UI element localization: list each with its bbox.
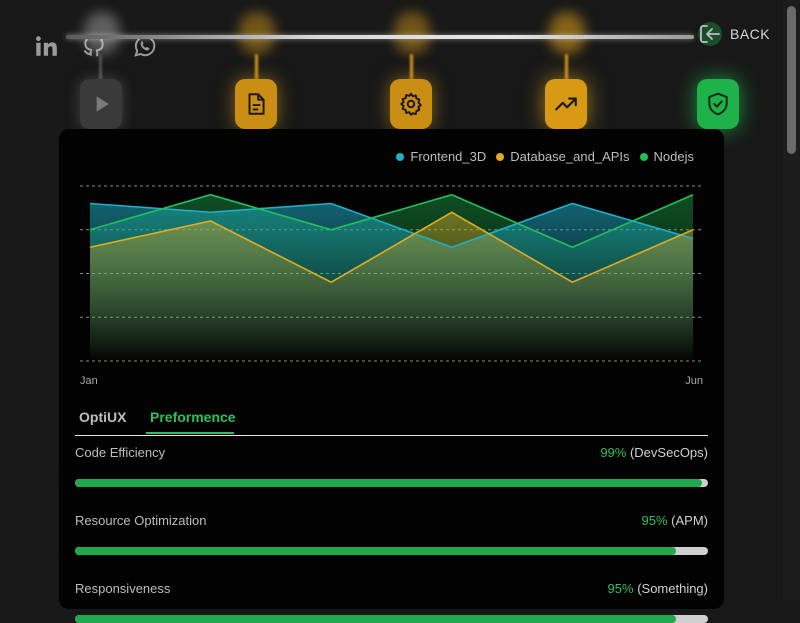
metric-percent: 99% bbox=[600, 445, 627, 460]
skills-card: Frontend_3D Database_and_APIs Nodejs Jan… bbox=[59, 129, 724, 623]
step-glow bbox=[394, 12, 430, 54]
step-button-document[interactable] bbox=[235, 79, 277, 129]
step-connector bbox=[99, 54, 102, 80]
progress-fill bbox=[75, 479, 702, 487]
shield-check-icon bbox=[708, 92, 728, 116]
metric-value: 95% (Something) bbox=[608, 581, 708, 596]
progress-bar bbox=[75, 547, 708, 555]
step-glow bbox=[549, 12, 585, 54]
page-scrollbar[interactable] bbox=[783, 0, 800, 600]
exit-arrow-icon bbox=[698, 22, 722, 46]
step-connector bbox=[255, 54, 258, 80]
step-button-trending[interactable] bbox=[545, 79, 587, 129]
metric-label: Resource Optimization bbox=[75, 513, 207, 528]
progress-track bbox=[66, 35, 694, 39]
metric-tabs: OptiUX Preformence bbox=[75, 405, 708, 436]
area-chart: Jan Jun bbox=[80, 185, 703, 387]
progress-fill bbox=[75, 547, 677, 555]
step-button-settings[interactable] bbox=[390, 79, 432, 129]
metric-tag: (Something) bbox=[637, 581, 708, 596]
progress-bar bbox=[75, 479, 708, 487]
document-icon bbox=[248, 93, 265, 115]
back-label: BACK bbox=[730, 26, 771, 42]
linkedin-icon[interactable] bbox=[32, 33, 60, 59]
x-tick-label: Jun bbox=[685, 375, 703, 387]
metric-label: Responsiveness bbox=[75, 581, 171, 596]
progress-fill bbox=[75, 615, 677, 623]
progress-bar bbox=[75, 615, 708, 623]
gear-icon bbox=[400, 92, 422, 116]
metric-tag: (DevSecOps) bbox=[629, 445, 708, 460]
step-connector bbox=[410, 54, 413, 80]
step-button-security[interactable] bbox=[697, 79, 739, 129]
metric-percent: 95% bbox=[641, 513, 668, 528]
tab-performance[interactable]: Preformence bbox=[146, 405, 236, 434]
play-icon bbox=[96, 96, 109, 112]
step-glow bbox=[84, 12, 120, 54]
metric-label: Code Efficiency bbox=[75, 445, 166, 460]
metric-value: 95% (APM) bbox=[642, 513, 709, 528]
back-button[interactable]: BACK bbox=[696, 20, 770, 48]
x-tick-label: Jan bbox=[80, 375, 98, 387]
metric-tag: (APM) bbox=[671, 513, 708, 528]
tab-optiux[interactable]: OptiUX bbox=[75, 405, 130, 434]
trending-up-icon bbox=[555, 97, 577, 111]
step-button-play[interactable] bbox=[80, 79, 122, 129]
metric-percent: 95% bbox=[607, 581, 634, 596]
step-connector bbox=[565, 54, 568, 80]
scrollbar-thumb[interactable] bbox=[787, 6, 796, 154]
metric-value: 99% (DevSecOps) bbox=[600, 445, 708, 460]
step-glow bbox=[239, 12, 275, 54]
